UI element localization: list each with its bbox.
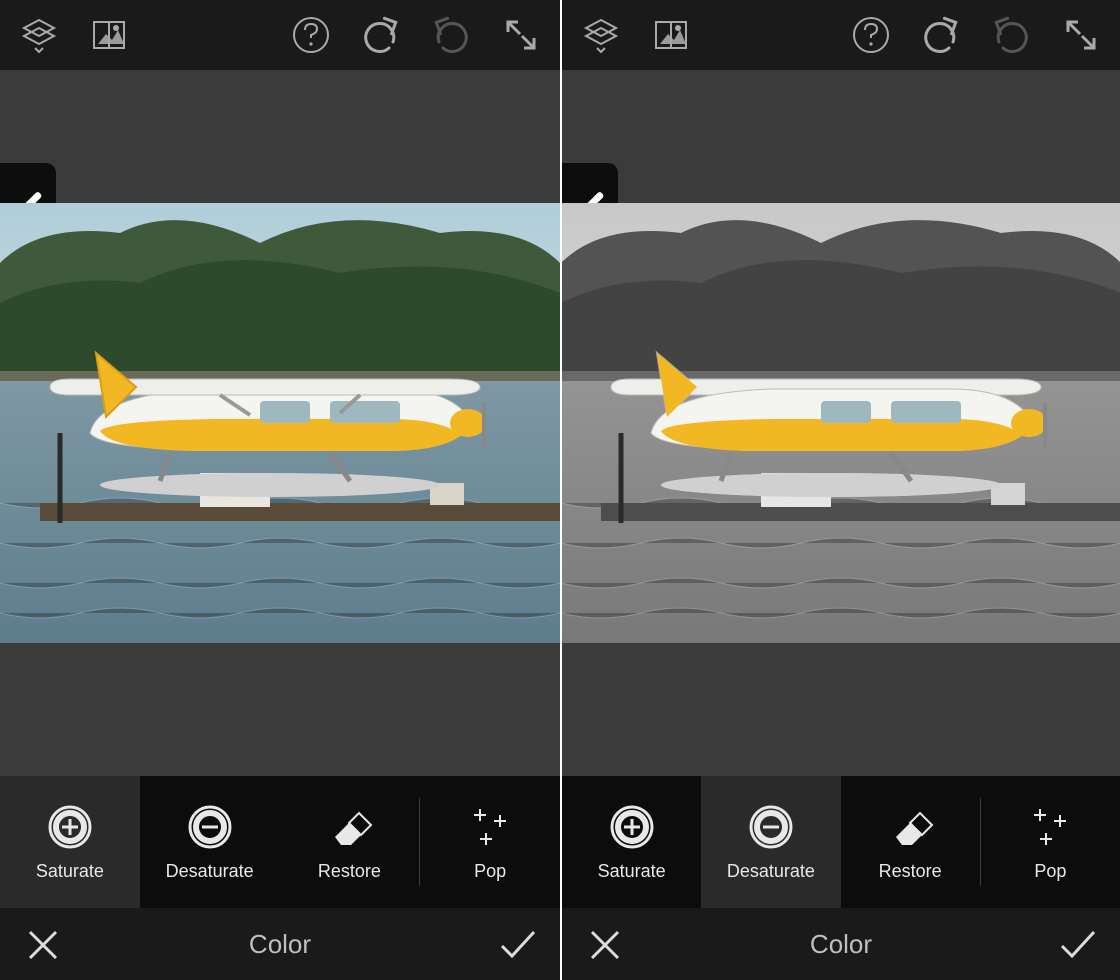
- tool-label: Pop: [474, 861, 506, 882]
- fullscreen-icon[interactable]: [500, 14, 542, 56]
- cancel-x-icon[interactable]: [582, 922, 626, 966]
- top-toolbar: [562, 0, 1120, 70]
- sparkle-icon: [466, 803, 514, 851]
- saturate-plus-icon: [46, 803, 94, 851]
- redo-icon[interactable]: [990, 14, 1032, 56]
- confirm-check-icon[interactable]: [1056, 922, 1100, 966]
- tool-desaturate[interactable]: Desaturate: [140, 776, 280, 908]
- editor-canvas[interactable]: [0, 70, 560, 776]
- cancel-x-icon[interactable]: [20, 922, 64, 966]
- top-toolbar: [0, 0, 560, 70]
- tool-label: Saturate: [36, 861, 104, 882]
- tool-label: Restore: [879, 861, 942, 882]
- eraser-icon: [886, 803, 934, 851]
- confirm-check-icon[interactable]: [496, 922, 540, 966]
- tool-restore[interactable]: Restore: [841, 776, 980, 908]
- editor-panel-right: Saturate Desaturate Restore Pop Color: [560, 0, 1120, 980]
- undo-icon[interactable]: [360, 14, 402, 56]
- redo-icon[interactable]: [430, 14, 472, 56]
- tool-strip: Saturate Desaturate Restore Pop: [562, 776, 1120, 908]
- tool-label: Restore: [318, 861, 381, 882]
- editor-panel-left: Saturate Desaturate Restore Pop Color: [0, 0, 560, 980]
- edited-image: [562, 203, 1120, 643]
- tool-strip: Saturate Desaturate Restore Pop: [0, 776, 560, 908]
- undo-icon[interactable]: [920, 14, 962, 56]
- layers-icon[interactable]: [580, 14, 622, 56]
- tool-label: Desaturate: [166, 861, 254, 882]
- tool-label: Pop: [1034, 861, 1066, 882]
- tool-pop[interactable]: Pop: [981, 776, 1120, 908]
- tool-pop[interactable]: Pop: [420, 776, 560, 908]
- tool-desaturate[interactable]: Desaturate: [701, 776, 840, 908]
- image-picker-icon[interactable]: [88, 14, 130, 56]
- image-picker-icon[interactable]: [650, 14, 692, 56]
- tool-restore[interactable]: Restore: [280, 776, 420, 908]
- saturate-plus-icon: [608, 803, 656, 851]
- help-icon[interactable]: [290, 14, 332, 56]
- tool-saturate[interactable]: Saturate: [0, 776, 140, 908]
- layers-icon[interactable]: [18, 14, 60, 56]
- desaturate-minus-icon: [747, 803, 795, 851]
- edited-image: [0, 203, 560, 643]
- mode-title: Color: [626, 929, 1056, 960]
- help-icon[interactable]: [850, 14, 892, 56]
- desaturate-minus-icon: [186, 803, 234, 851]
- mode-title: Color: [64, 929, 496, 960]
- eraser-icon: [325, 803, 373, 851]
- tool-label: Saturate: [598, 861, 666, 882]
- tool-label: Desaturate: [727, 861, 815, 882]
- sparkle-icon: [1026, 803, 1074, 851]
- bottom-bar: Color: [562, 908, 1120, 980]
- bottom-bar: Color: [0, 908, 560, 980]
- fullscreen-icon[interactable]: [1060, 14, 1102, 56]
- tool-saturate[interactable]: Saturate: [562, 776, 701, 908]
- editor-canvas[interactable]: [562, 70, 1120, 776]
